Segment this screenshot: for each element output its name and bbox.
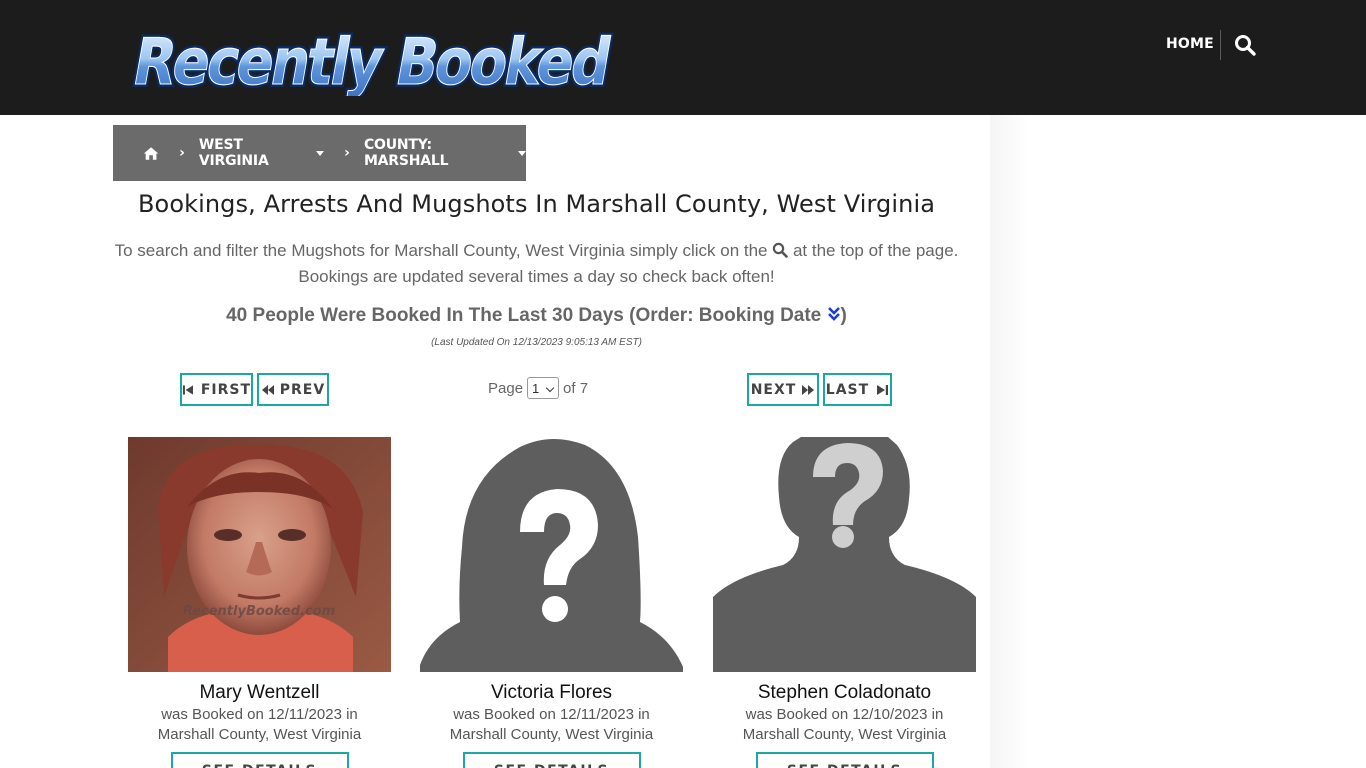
booking-location-line: Marshall County, West Virginia xyxy=(449,726,654,743)
booking-count-close: ) xyxy=(840,305,847,326)
booking-info: was Booked on 12/11/2023 in Marshall Cou… xyxy=(128,705,391,745)
booking-info: was Booked on 12/10/2023 in Marshall Cou… xyxy=(713,705,976,745)
caret-down-icon xyxy=(316,150,325,156)
booking-location-line: Marshall County, West Virginia xyxy=(742,726,947,743)
page-select[interactable]: 1 xyxy=(527,377,560,399)
next-page-button[interactable]: NEXT xyxy=(747,373,819,406)
booking-card: RecentlyBooked.com Mary Wentzell was Boo… xyxy=(128,437,391,768)
person-name[interactable]: Victoria Flores xyxy=(420,682,683,704)
see-details-button[interactable]: SEE DETAILS xyxy=(755,752,934,768)
first-page-label: FIRST xyxy=(200,381,251,398)
fast-forward-icon xyxy=(802,384,815,395)
intro-text-line2: Bookings are updated several times a day… xyxy=(298,267,775,286)
prev-page-label: PREV xyxy=(279,381,326,398)
person-name[interactable]: Mary Wentzell xyxy=(128,682,391,704)
breadcrumb-state-dropdown[interactable]: WEST VIRGINIA xyxy=(198,137,325,169)
site-header: Recently Booked Recently Booked HOME xyxy=(0,0,1366,115)
double-chevron-down-icon[interactable] xyxy=(827,306,841,322)
nav-divider xyxy=(1220,30,1221,60)
next-page-label: NEXT xyxy=(750,381,797,398)
search-icon[interactable] xyxy=(1234,34,1256,56)
breadcrumb-state-label: WEST VIRGINIA xyxy=(198,137,269,169)
page-suffix: of 7 xyxy=(563,379,589,397)
nav-home-link[interactable]: HOME xyxy=(1166,36,1214,52)
female-placeholder-photo[interactable] xyxy=(420,437,683,672)
page-indicator: Page 1 of 7 xyxy=(488,377,588,399)
intro-text: To search and filter the Mugshots for Ma… xyxy=(100,238,973,290)
see-details-button[interactable]: SEE DETAILS xyxy=(462,752,641,768)
see-details-button[interactable]: SEE DETAILS xyxy=(170,752,349,768)
photo-watermark: RecentlyBooked.com xyxy=(183,604,335,619)
rewind-icon xyxy=(261,384,274,395)
booking-card: Victoria Flores was Booked on 12/11/2023… xyxy=(420,437,683,768)
booking-date-line: was Booked on 12/11/2023 in xyxy=(161,706,358,723)
prev-page-button[interactable]: PREV xyxy=(257,373,329,406)
first-page-button[interactable]: FIRST xyxy=(180,373,253,406)
sidebar-shadow xyxy=(990,115,1366,768)
chevron-right-icon: › xyxy=(344,145,350,161)
chevron-down-icon xyxy=(545,383,555,393)
intro-text-part1: To search and filter the Mugshots for Ma… xyxy=(114,241,768,260)
page-title: Bookings, Arrests And Mugshots In Marsha… xyxy=(137,190,936,218)
caret-down-icon xyxy=(518,150,526,156)
booking-count-text: 40 People Were Booked In The Last 30 Day… xyxy=(226,305,822,326)
mugshot-photo[interactable]: RecentlyBooked.com xyxy=(128,437,391,672)
booking-card: Stephen Coladonato was Booked on 12/10/2… xyxy=(713,437,976,768)
chevron-right-icon: › xyxy=(179,145,185,161)
search-icon xyxy=(773,242,789,258)
male-placeholder-photo[interactable] xyxy=(713,437,976,672)
home-icon[interactable] xyxy=(143,145,159,162)
breadcrumb: › WEST VIRGINIA › COUNTY: MARSHALL xyxy=(113,125,526,181)
skip-last-icon xyxy=(877,384,889,395)
last-page-button[interactable]: LAST xyxy=(823,373,892,406)
booking-info: was Booked on 12/11/2023 in Marshall Cou… xyxy=(420,705,683,745)
skip-first-icon xyxy=(182,384,193,395)
breadcrumb-county-label: COUNTY: MARSHALL xyxy=(363,137,449,169)
intro-text-part2: at the top of the page. xyxy=(792,241,959,260)
last-page-label: LAST xyxy=(825,381,870,398)
last-updated: (Last Updated On 12/13/2023 9:05:13 AM E… xyxy=(431,337,642,348)
booking-count: 40 People Were Booked In The Last 30 Day… xyxy=(113,305,960,327)
booking-date-line: was Booked on 12/10/2023 in xyxy=(745,706,944,723)
breadcrumb-county-dropdown[interactable]: COUNTY: MARSHALL xyxy=(364,137,526,169)
page-prefix: Page xyxy=(488,379,524,397)
logo-text: Recently Booked xyxy=(128,25,615,96)
person-name[interactable]: Stephen Coladonato xyxy=(713,682,976,704)
booking-date-line: was Booked on 12/11/2023 in xyxy=(453,706,650,723)
page-select-value: 1 xyxy=(532,380,540,396)
booking-location-line: Marshall County, West Virginia xyxy=(157,726,362,743)
site-logo[interactable]: Recently Booked Recently Booked xyxy=(126,18,616,96)
